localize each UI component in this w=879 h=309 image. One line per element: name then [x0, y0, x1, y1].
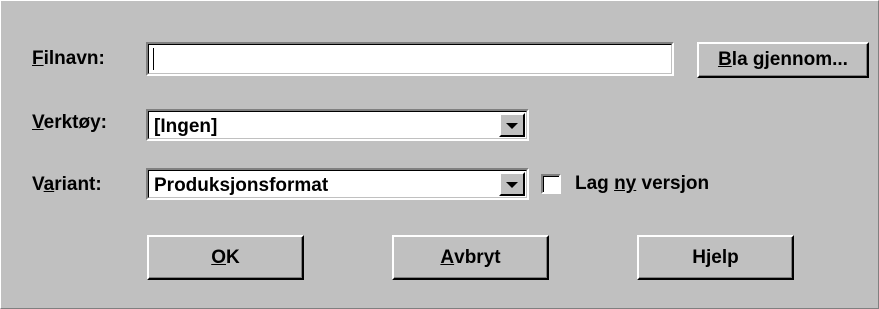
- tool-label: Verktøy:: [32, 112, 107, 133]
- variant-dropdown-button[interactable]: [499, 172, 525, 196]
- ok-button[interactable]: OK: [147, 235, 304, 280]
- tool-select[interactable]: [Ingen]: [146, 109, 529, 141]
- tool-selected-value: [Ingen]: [154, 116, 218, 137]
- new-version-checkbox[interactable]: [541, 174, 561, 194]
- help-button[interactable]: Hjelp: [637, 235, 794, 280]
- variant-label: Variant:: [32, 174, 102, 195]
- cancel-button[interactable]: Avbryt: [392, 235, 549, 280]
- text-caret: [153, 48, 154, 70]
- tool-dropdown-button[interactable]: [499, 113, 525, 137]
- variant-select[interactable]: Produksjonsformat: [146, 168, 529, 200]
- filename-label: Filnavn:: [32, 48, 105, 69]
- chevron-down-icon: [506, 182, 518, 188]
- variant-selected-value: Produksjonsformat: [154, 175, 329, 196]
- new-version-label[interactable]: Lag ny versjon: [575, 173, 709, 195]
- filename-input[interactable]: [146, 42, 674, 76]
- browse-button[interactable]: Bla gjennom...: [697, 42, 869, 78]
- chevron-down-icon: [506, 123, 518, 129]
